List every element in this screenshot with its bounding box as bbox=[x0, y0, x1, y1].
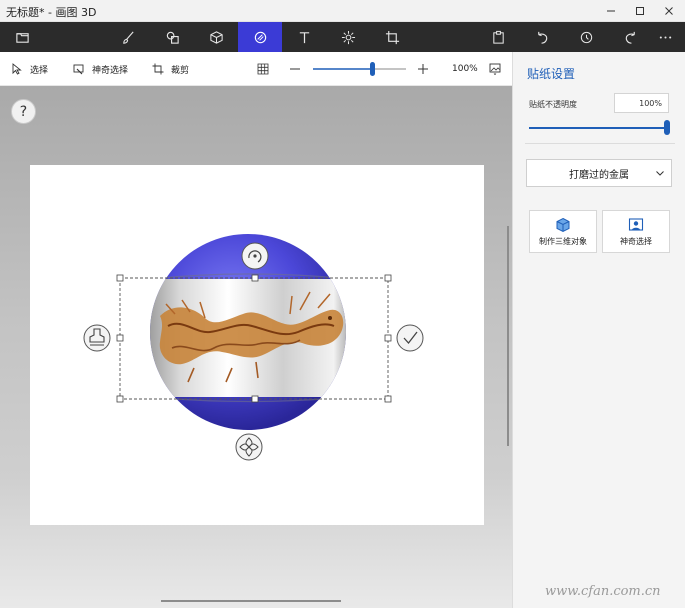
crop-button[interactable]: 裁剪 bbox=[152, 60, 189, 78]
zoom-in-icon[interactable] bbox=[417, 60, 436, 78]
magic-select-button[interactable]: 神奇选择 bbox=[73, 60, 128, 78]
panel-title: 贴纸设置 bbox=[527, 67, 576, 81]
paste-icon[interactable] bbox=[476, 22, 520, 52]
text-icon[interactable] bbox=[282, 22, 326, 52]
horizontal-scrollbar[interactable] bbox=[161, 600, 341, 602]
history-icon[interactable] bbox=[564, 22, 608, 52]
minimize-icon[interactable] bbox=[596, 0, 626, 22]
sub-toolbar: 选择 神奇选择 裁剪 100% bbox=[0, 52, 512, 86]
crop-label: 裁剪 bbox=[171, 65, 190, 76]
magic-select-panel-button[interactable]: 神奇选择 bbox=[602, 210, 670, 253]
stamp-icon[interactable] bbox=[83, 324, 111, 352]
resize-handle bbox=[116, 334, 124, 342]
opacity-label: 贴纸不透明度 bbox=[529, 100, 577, 109]
zoom-slider[interactable] bbox=[313, 62, 406, 76]
crop-icon bbox=[152, 63, 164, 75]
magic-select-icon bbox=[73, 64, 84, 75]
window-title: 无标题* - 画图 3D bbox=[6, 6, 97, 19]
sticker-settings-panel: 贴纸设置 贴纸不透明度 100% 打磨过的金属 制作三维对象 神奇选择 bbox=[512, 52, 685, 608]
brush-icon[interactable] bbox=[106, 22, 150, 52]
3d-objects-icon[interactable] bbox=[194, 22, 238, 52]
material-selected: 打磨过的金属 bbox=[569, 169, 629, 181]
more-icon[interactable] bbox=[645, 22, 685, 52]
resize-handle bbox=[251, 274, 259, 282]
select-label: 选择 bbox=[30, 65, 49, 76]
opacity-slider[interactable] bbox=[529, 127, 667, 129]
canvas-artwork bbox=[83, 234, 424, 461]
resize-handle bbox=[116, 395, 124, 403]
move-icon[interactable] bbox=[235, 433, 263, 461]
select-button[interactable]: 选择 bbox=[11, 60, 48, 78]
close-icon[interactable] bbox=[654, 0, 684, 22]
resize-handle bbox=[251, 395, 259, 403]
help-button[interactable]: ? bbox=[11, 99, 36, 124]
stickers-icon[interactable] bbox=[238, 22, 282, 52]
make-3d-label: 制作三维对象 bbox=[539, 236, 587, 246]
magic-select-person-icon bbox=[628, 217, 644, 231]
cursor-icon bbox=[12, 63, 22, 75]
opacity-input[interactable]: 100% bbox=[614, 93, 669, 113]
resize-handle bbox=[384, 334, 392, 342]
make-3d-button[interactable]: 制作三维对象 bbox=[529, 210, 597, 253]
zoom-slider-thumb bbox=[370, 62, 375, 76]
view-image-icon[interactable] bbox=[489, 60, 508, 78]
chevron-down-icon bbox=[656, 171, 664, 176]
opacity-value: 100% bbox=[639, 98, 662, 108]
canvas-area[interactable]: ? bbox=[0, 86, 512, 608]
zoom-level: 100% bbox=[452, 64, 478, 74]
zoom-out-icon[interactable] bbox=[289, 60, 308, 78]
rotate-icon[interactable] bbox=[241, 242, 269, 270]
grid-toggle-icon[interactable] bbox=[257, 60, 276, 78]
menu-folder-icon[interactable] bbox=[0, 22, 44, 52]
2d-shapes-icon[interactable] bbox=[150, 22, 194, 52]
magic-select-label: 神奇选择 bbox=[92, 65, 129, 76]
resize-handle bbox=[384, 395, 392, 403]
material-dropdown[interactable]: 打磨过的金属 bbox=[526, 159, 672, 187]
effects-icon[interactable] bbox=[326, 22, 370, 52]
magic-select-panel-label: 神奇选择 bbox=[620, 236, 652, 246]
vertical-scrollbar[interactable] bbox=[507, 226, 509, 446]
checkmark-icon[interactable] bbox=[396, 324, 424, 352]
watermark: www.cfan.com.cn bbox=[545, 584, 661, 599]
title-bar: 无标题* - 画图 3D bbox=[0, 0, 685, 22]
undo-icon[interactable] bbox=[520, 22, 564, 52]
canvas-icon[interactable] bbox=[370, 22, 414, 52]
resize-handle bbox=[116, 274, 124, 282]
cube-icon bbox=[556, 217, 570, 232]
help-label: ? bbox=[19, 103, 28, 120]
maximize-icon[interactable] bbox=[625, 0, 655, 22]
main-toolbar bbox=[0, 22, 685, 52]
divider bbox=[525, 143, 675, 144]
opacity-slider-thumb[interactable] bbox=[664, 120, 670, 135]
resize-handle bbox=[384, 274, 392, 282]
